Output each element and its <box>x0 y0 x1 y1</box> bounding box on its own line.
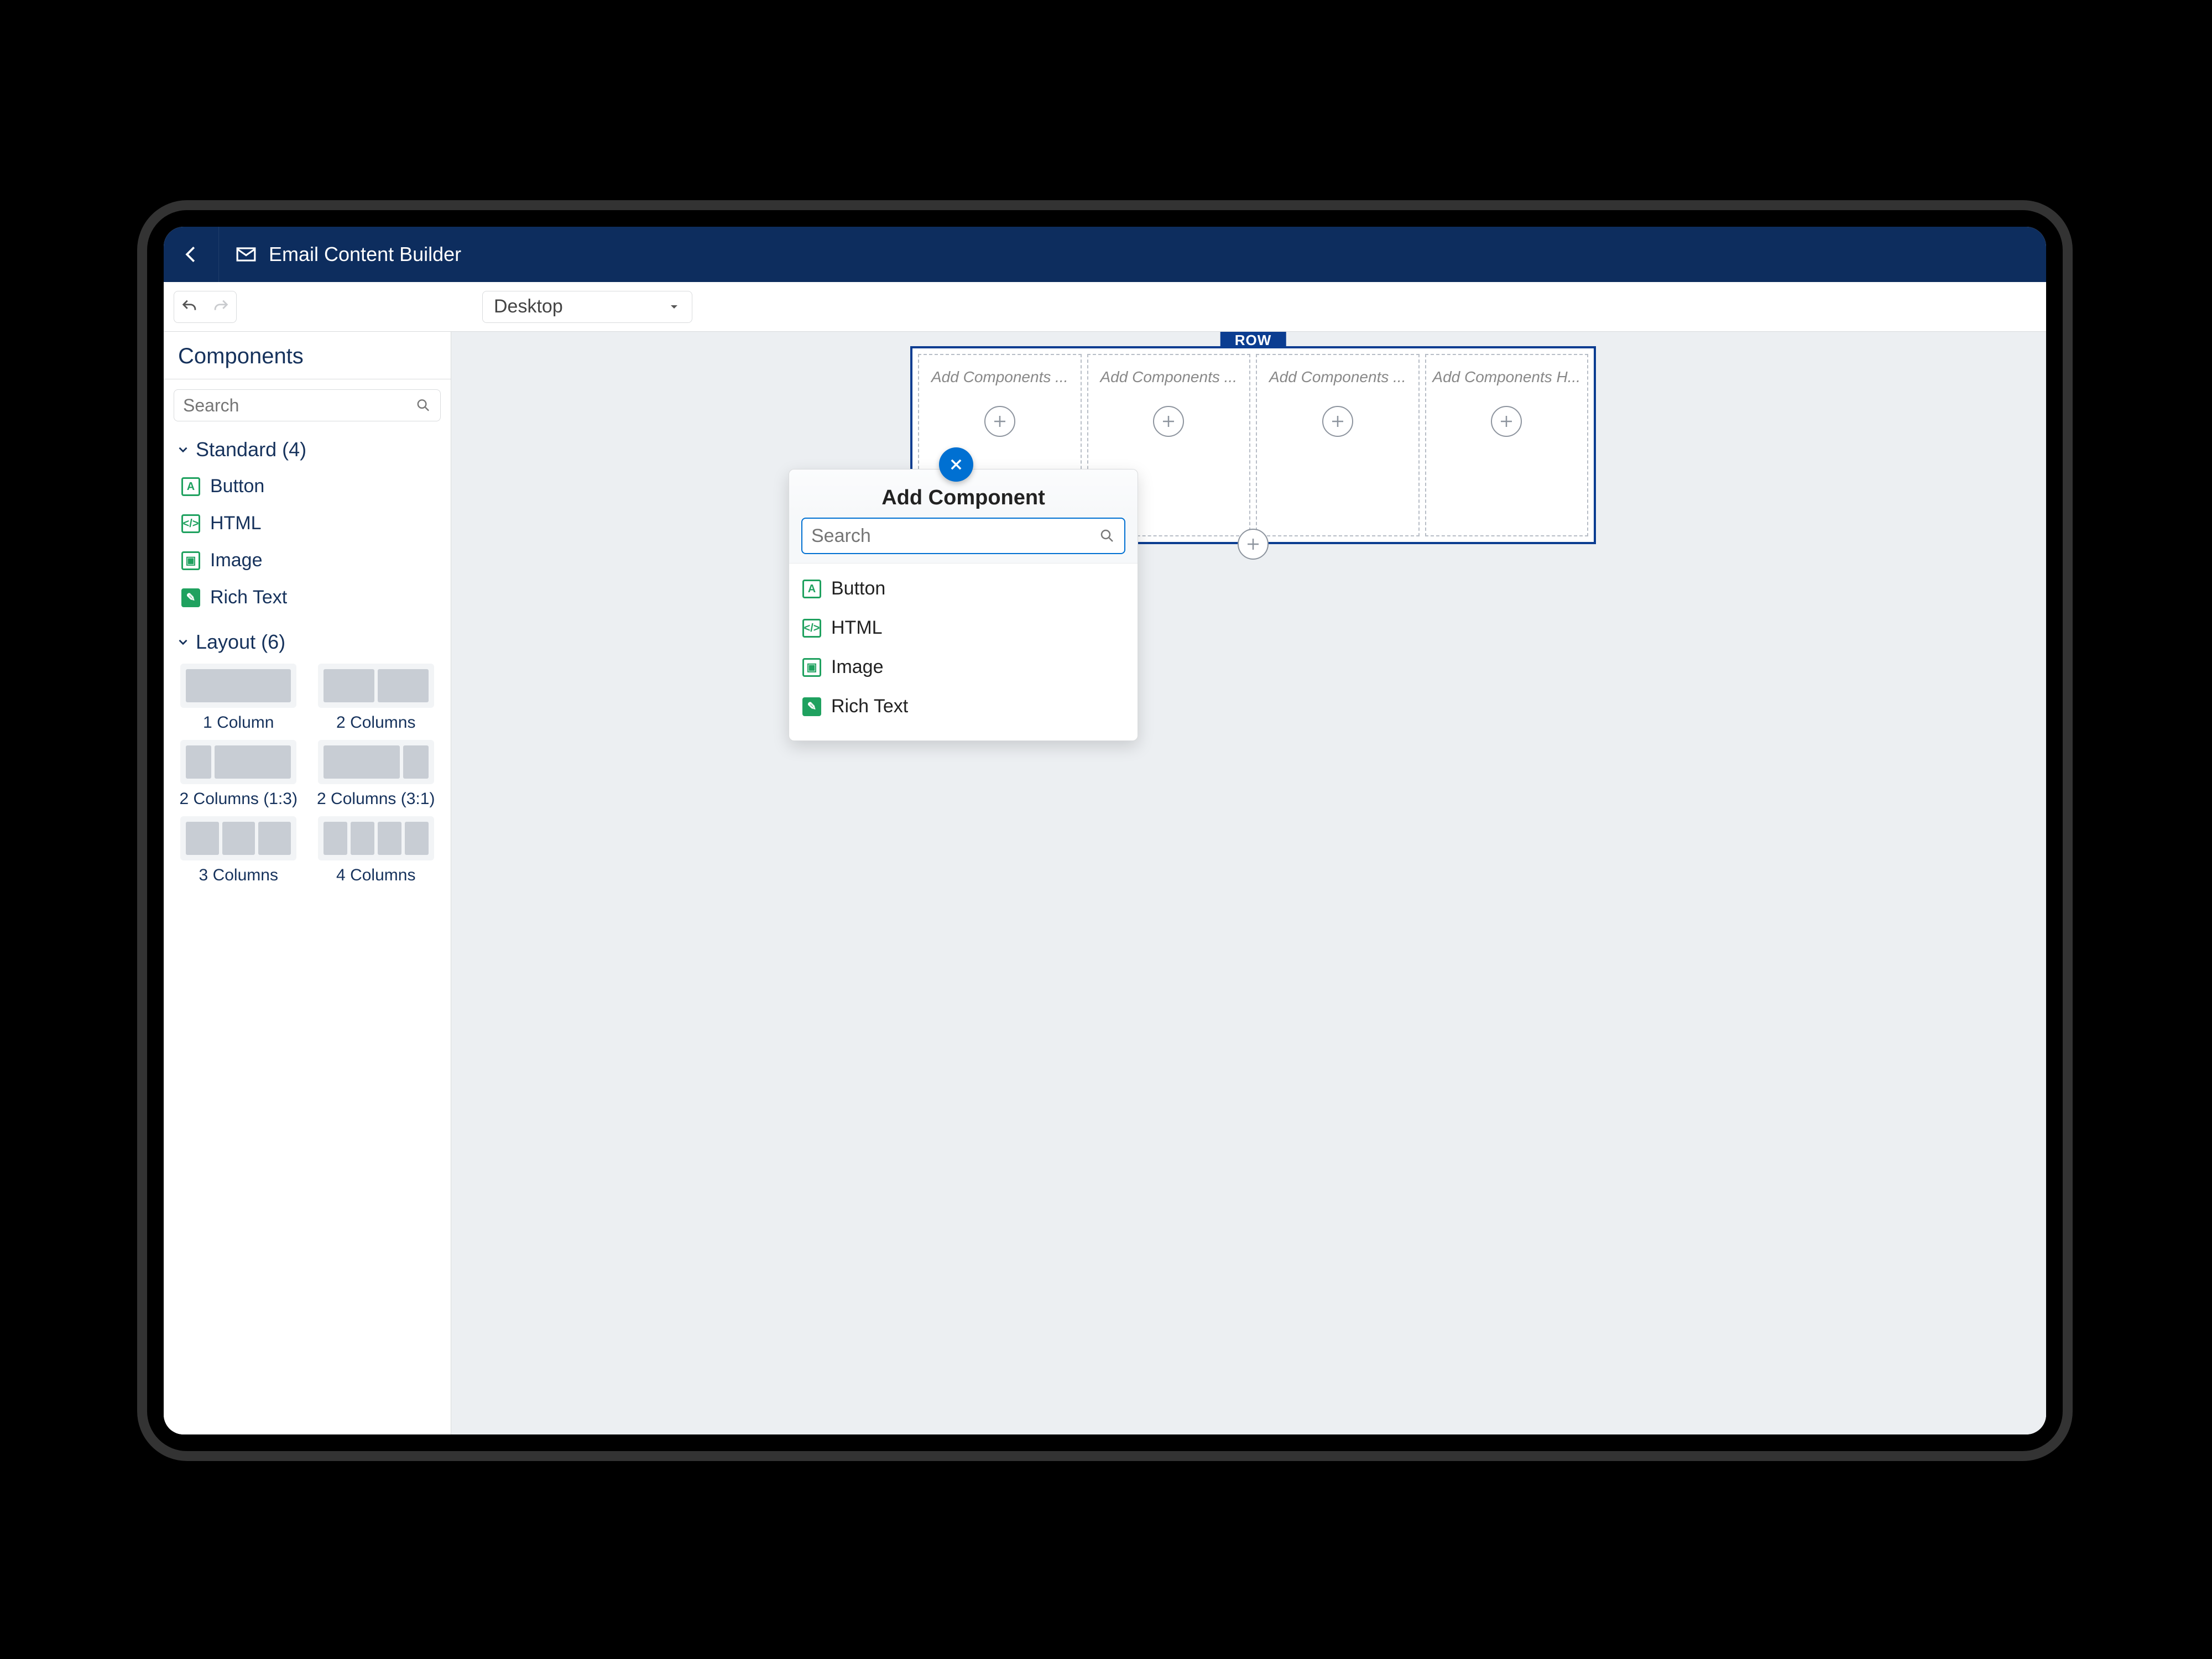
components-panel: Components Standard (4) A Button </> HTML ▣ I… <box>164 332 451 1434</box>
layout-preview <box>180 664 296 708</box>
slot-placeholder-text: Add Components ... <box>1260 368 1415 386</box>
popover-item-label: Rich Text <box>831 696 908 717</box>
component-type-icon: A <box>181 477 200 496</box>
back-button[interactable] <box>164 227 219 282</box>
device-select-value: Desktop <box>494 296 563 317</box>
components-title: Components <box>164 332 451 379</box>
component-type-icon: ✎ <box>802 697 821 716</box>
chevron-down-icon <box>176 442 190 457</box>
add-component-button[interactable] <box>984 406 1015 437</box>
layout-label: 4 Columns <box>336 866 415 885</box>
layout-card[interactable]: 3 Columns <box>174 816 304 885</box>
redo-icon <box>211 298 230 316</box>
layout-card[interactable]: 2 Columns (3:1) <box>311 740 441 808</box>
body: Components Standard (4) A Button </> HTML ▣ I… <box>164 332 2046 1434</box>
add-component-button[interactable] <box>1322 406 1353 437</box>
add-row-below-button[interactable] <box>1238 529 1269 560</box>
layout-label: 2 Columns (1:3) <box>180 790 298 808</box>
layout-card[interactable]: 2 Columns <box>311 664 441 732</box>
components-search[interactable] <box>174 389 441 421</box>
layout-label: 1 Column <box>203 713 274 732</box>
canvas[interactable]: ROW Add Components ...Add Components ...… <box>451 332 2046 1434</box>
popover-item[interactable]: ✎ Rich Text <box>797 687 1130 726</box>
components-search-input[interactable] <box>183 395 415 416</box>
standard-item-label: HTML <box>210 513 262 534</box>
mail-icon <box>236 244 257 265</box>
redo-button[interactable] <box>205 291 236 323</box>
popover-item-label: HTML <box>831 617 883 639</box>
layout-preview <box>318 816 434 860</box>
component-type-icon: A <box>802 580 821 598</box>
column-slot[interactable]: Add Components H... <box>1425 354 1589 536</box>
plus-icon <box>992 413 1008 430</box>
layout-section-header[interactable]: Layout (6) <box>164 622 451 658</box>
layout-label: 3 Columns <box>199 866 278 885</box>
add-component-button[interactable] <box>1491 406 1522 437</box>
standard-item-label: Button <box>210 476 264 497</box>
layout-section-label: Layout (6) <box>196 630 285 654</box>
layout-preview <box>180 740 296 784</box>
standard-item[interactable]: A Button <box>169 468 445 505</box>
history-group <box>174 291 237 323</box>
undo-icon <box>180 298 199 316</box>
slot-placeholder-text: Add Components H... <box>1430 368 1584 386</box>
page-title: Email Content Builder <box>269 243 461 266</box>
slot-placeholder-text: Add Components ... <box>1092 368 1246 386</box>
layout-card[interactable]: 2 Columns (1:3) <box>174 740 304 808</box>
layout-grid: 1 Column 2 Columns 2 Columns (1:3) 2 Column… <box>164 658 451 890</box>
layout-card[interactable]: 1 Column <box>174 664 304 732</box>
popover-search[interactable] <box>801 518 1125 554</box>
layout-label: 2 Columns (3:1) <box>317 790 435 808</box>
component-type-icon: ✎ <box>181 588 200 607</box>
popover-list: A Button </> HTML ▣ Image ✎ Rich Text <box>789 564 1138 732</box>
column-slot[interactable]: Add Components ... <box>1256 354 1420 536</box>
popover-search-input[interactable] <box>811 525 1099 547</box>
layout-preview <box>180 816 296 860</box>
plus-icon <box>1160 413 1177 430</box>
popover-item-label: Button <box>831 578 885 599</box>
standard-section-header[interactable]: Standard (4) <box>164 429 451 466</box>
plus-icon <box>1329 413 1346 430</box>
standard-item-label: Rich Text <box>210 587 287 608</box>
component-type-icon: ▣ <box>181 551 200 570</box>
close-icon <box>948 457 964 472</box>
standard-section-label: Standard (4) <box>196 438 306 461</box>
component-type-icon: ▣ <box>802 658 821 677</box>
plus-icon <box>1498 413 1515 430</box>
component-type-icon: </> <box>802 619 821 638</box>
plus-icon <box>1245 536 1261 552</box>
popover-item[interactable]: ▣ Image <box>797 648 1130 687</box>
slot-placeholder-text: Add Components ... <box>922 368 1077 386</box>
component-type-icon: </> <box>181 514 200 533</box>
standard-item[interactable]: ▣ Image <box>169 542 445 579</box>
layout-preview <box>318 740 434 784</box>
tablet-frame: Email Content Builder Desktop Compo <box>137 200 2073 1461</box>
search-icon <box>1099 528 1115 544</box>
popover-item[interactable]: A Button <box>797 569 1130 608</box>
layout-preview <box>318 664 434 708</box>
layout-label: 2 Columns <box>336 713 415 732</box>
popover-close-button[interactable] <box>939 447 973 482</box>
app-header: Email Content Builder <box>164 227 2046 282</box>
chevron-down-icon <box>667 300 681 314</box>
standard-item-label: Image <box>210 550 263 571</box>
search-icon <box>415 397 431 414</box>
standard-item[interactable]: </> HTML <box>169 505 445 542</box>
undo-button[interactable] <box>174 291 205 323</box>
popover-item-label: Image <box>831 656 884 678</box>
arrow-left-icon <box>181 244 202 265</box>
screen: Email Content Builder Desktop Compo <box>164 227 2046 1434</box>
standard-item[interactable]: ✎ Rich Text <box>169 579 445 616</box>
toolbar: Desktop <box>164 282 2046 332</box>
add-component-button[interactable] <box>1153 406 1184 437</box>
add-component-popover: Add Component AButton</>HTML▣Image✎Rich … <box>789 469 1138 741</box>
standard-list: A Button </> HTML ▣ Image ✎ Rich Text <box>164 466 451 622</box>
chevron-down-icon <box>176 635 190 649</box>
layout-card[interactable]: 4 Columns <box>311 816 441 885</box>
popover-item[interactable]: </> HTML <box>797 608 1130 648</box>
device-select[interactable]: Desktop <box>482 291 692 323</box>
